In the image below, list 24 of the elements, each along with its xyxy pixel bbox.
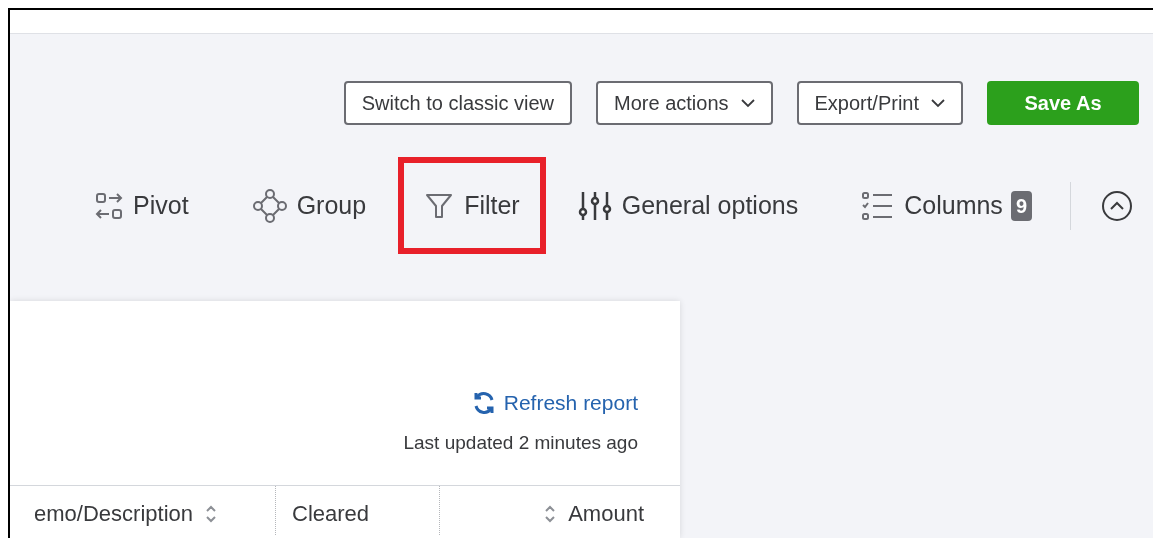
action-button[interactable]: Switch to classic view [343, 81, 572, 125]
list-icon [862, 190, 895, 221]
sort-icon [205, 503, 217, 524]
sort-icon [544, 503, 557, 524]
column-header[interactable]: emo/Description [10, 486, 275, 535]
group-icon [252, 188, 287, 223]
last-updated-text: Last updated 2 minutes ago [403, 430, 638, 455]
dropdown-button[interactable]: Export/Print [796, 81, 963, 125]
column-header[interactable]: Amount [439, 486, 680, 535]
dropdown-button[interactable]: More actions [596, 81, 773, 125]
pivot-icon [95, 191, 124, 220]
count-badge: 9 [1010, 190, 1032, 221]
toolbar-button[interactable]: Columns 9 [830, 157, 1064, 254]
column-header[interactable]: Cleared [275, 486, 439, 535]
collapse-button[interactable] [1101, 189, 1133, 222]
toolbar-button[interactable]: Filter [398, 157, 546, 254]
refresh-report-link[interactable]: Refresh report [471, 387, 638, 419]
toolbar-button[interactable]: General options [545, 157, 831, 254]
toolbar-button[interactable]: Group [220, 157, 399, 254]
caret-icon [740, 98, 755, 108]
sliders-icon [577, 190, 612, 221]
caret-icon [931, 98, 945, 108]
toolbar-button[interactable]: Pivot [77, 157, 221, 254]
chevron-up-icon [1101, 189, 1133, 222]
